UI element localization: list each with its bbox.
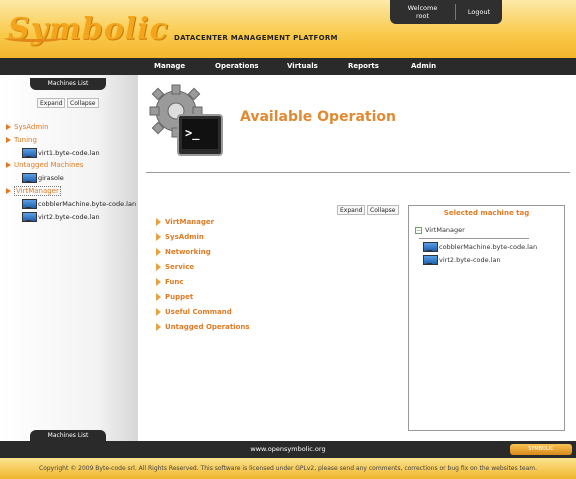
monitor-icon	[423, 255, 438, 265]
expand-arrow-icon	[156, 293, 161, 301]
op-service[interactable]: Service	[156, 263, 194, 271]
gear-terminal-icon: >_	[149, 84, 223, 156]
welcome-block: Welcome root	[390, 4, 456, 20]
tree-group-label: Untagged Machines	[14, 161, 84, 169]
tree-group-sysadmin[interactable]: SysAdmin	[6, 123, 49, 131]
tree-group-tuning[interactable]: Tuning	[6, 136, 37, 144]
op-puppet[interactable]: Puppet	[156, 293, 193, 301]
nav-operations[interactable]: Operations	[215, 62, 259, 70]
tree-leaf-girasole[interactable]: girasole	[22, 173, 64, 183]
copyright: Copyright © 2009 Byte-code srl. All Righ…	[0, 458, 576, 479]
divider	[146, 172, 570, 173]
monitor-icon	[423, 242, 438, 252]
tree-leaf-virt2[interactable]: virt2.byte-code.lan	[22, 212, 100, 222]
logout-link[interactable]: Logout	[456, 8, 502, 16]
monitor-icon	[22, 199, 37, 209]
tag-item-cobbler[interactable]: cobblerMachine.byte-code.lan	[423, 242, 537, 252]
tree-group-label: SysAdmin	[14, 123, 49, 131]
tag-group-label: VirtManager	[425, 226, 465, 234]
tree-group-virtmanager[interactable]: VirtManager	[6, 186, 61, 196]
op-label: Service	[165, 263, 195, 271]
tag-group-virtmanager[interactable]: − VirtManager	[415, 226, 465, 234]
expand-arrow-icon	[156, 308, 161, 316]
main-content: >_ Available Operation Expand Collapse V…	[138, 75, 576, 441]
tag-item-virt2[interactable]: virt2.byte-code.lan	[423, 255, 501, 265]
tag-item-label: cobblerMachine.byte-code.lan	[439, 243, 538, 251]
header: Symbolic DATACENTER MANAGEMENT PLATFORM …	[0, 0, 576, 58]
op-sysadmin[interactable]: SysAdmin	[156, 233, 204, 241]
tree-group-label: VirtManager	[14, 186, 61, 196]
tree-leaf-label: girasole	[38, 174, 64, 182]
tagline: DATACENTER MANAGEMENT PLATFORM	[174, 34, 338, 42]
sidebar-expand-button[interactable]: Expand	[37, 98, 66, 108]
op-label: Untagged Operations	[165, 323, 250, 331]
user-box: Welcome root Logout	[390, 0, 502, 24]
logo-swoosh	[4, 34, 64, 42]
username: root	[415, 12, 430, 20]
op-virtmanager[interactable]: VirtManager	[156, 218, 214, 226]
tree-leaf-virt1[interactable]: virt1.byte-code.lan	[22, 148, 100, 158]
machines-list-tab[interactable]: Machines List	[30, 78, 106, 90]
nav-reports[interactable]: Reports	[348, 62, 379, 70]
tree-group-label: Tuning	[14, 136, 37, 144]
ops-expand-button[interactable]: Expand	[337, 205, 366, 215]
welcome-text: Welcome	[407, 4, 438, 12]
expand-arrow-icon	[156, 248, 161, 256]
monitor-icon	[22, 173, 37, 183]
sidebar-collapse-button[interactable]: Collapse	[67, 98, 99, 108]
expand-arrow-icon	[156, 278, 161, 286]
nav-virtuals[interactable]: Virtuals	[287, 62, 318, 70]
footer-bar: www.opensymbolic.org SYMBOLIC	[0, 441, 576, 458]
nav-manage[interactable]: Manage	[154, 62, 185, 70]
op-useful-command[interactable]: Useful Command	[156, 308, 232, 316]
selected-machine-tag-panel: Selected machine tag − VirtManager cobbl…	[408, 205, 565, 431]
expand-arrow-icon	[156, 218, 161, 226]
tree-leaf-label: virt2.byte-code.lan	[38, 213, 100, 221]
op-untagged-operations[interactable]: Untagged Operations	[156, 323, 250, 331]
expand-arrow-icon	[6, 137, 11, 143]
sidebar: Machines List Expand Collapse SysAdmin T…	[0, 75, 138, 442]
website-link[interactable]: www.opensymbolic.org	[0, 445, 576, 453]
tree-leaf-cobbler[interactable]: cobblerMachine.byte-code.lan	[22, 199, 136, 209]
op-networking[interactable]: Networking	[156, 248, 211, 256]
tag-panel-title: Selected machine tag	[443, 209, 530, 217]
tag-item-label: virt2.byte-code.lan	[439, 256, 501, 264]
op-label: SysAdmin	[165, 233, 204, 241]
op-label: Puppet	[165, 293, 194, 301]
nav-admin[interactable]: Admin	[411, 62, 436, 70]
tree-leaf-label: virt1.byte-code.lan	[38, 149, 100, 157]
monitor-icon	[22, 212, 37, 222]
tree-leaf-label: cobblerMachine.byte-code.lan	[38, 200, 137, 208]
tag-separator	[419, 238, 529, 239]
op-label: VirtManager	[165, 218, 215, 226]
svg-text:>_: >_	[185, 126, 200, 141]
expand-arrow-icon	[156, 233, 161, 241]
ops-collapse-button[interactable]: Collapse	[367, 205, 399, 215]
expand-arrow-icon	[156, 323, 161, 331]
op-func[interactable]: Func	[156, 278, 184, 286]
monitor-icon	[22, 148, 37, 158]
expand-arrow-icon	[6, 162, 11, 168]
expand-arrow-icon	[6, 124, 11, 130]
main-nav: Manage Operations Virtuals Reports Admin	[0, 58, 576, 75]
page-title: Available Operation	[240, 109, 396, 125]
tree-group-untagged[interactable]: Untagged Machines	[6, 161, 83, 169]
expand-arrow-icon	[6, 188, 11, 194]
symbolic-badge[interactable]: SYMBOLIC	[510, 444, 572, 455]
expand-arrow-icon	[156, 263, 161, 271]
collapse-minus-icon[interactable]: −	[415, 226, 422, 234]
op-label: Func	[165, 278, 184, 286]
op-label: Networking	[165, 248, 211, 256]
op-label: Useful Command	[165, 308, 232, 316]
